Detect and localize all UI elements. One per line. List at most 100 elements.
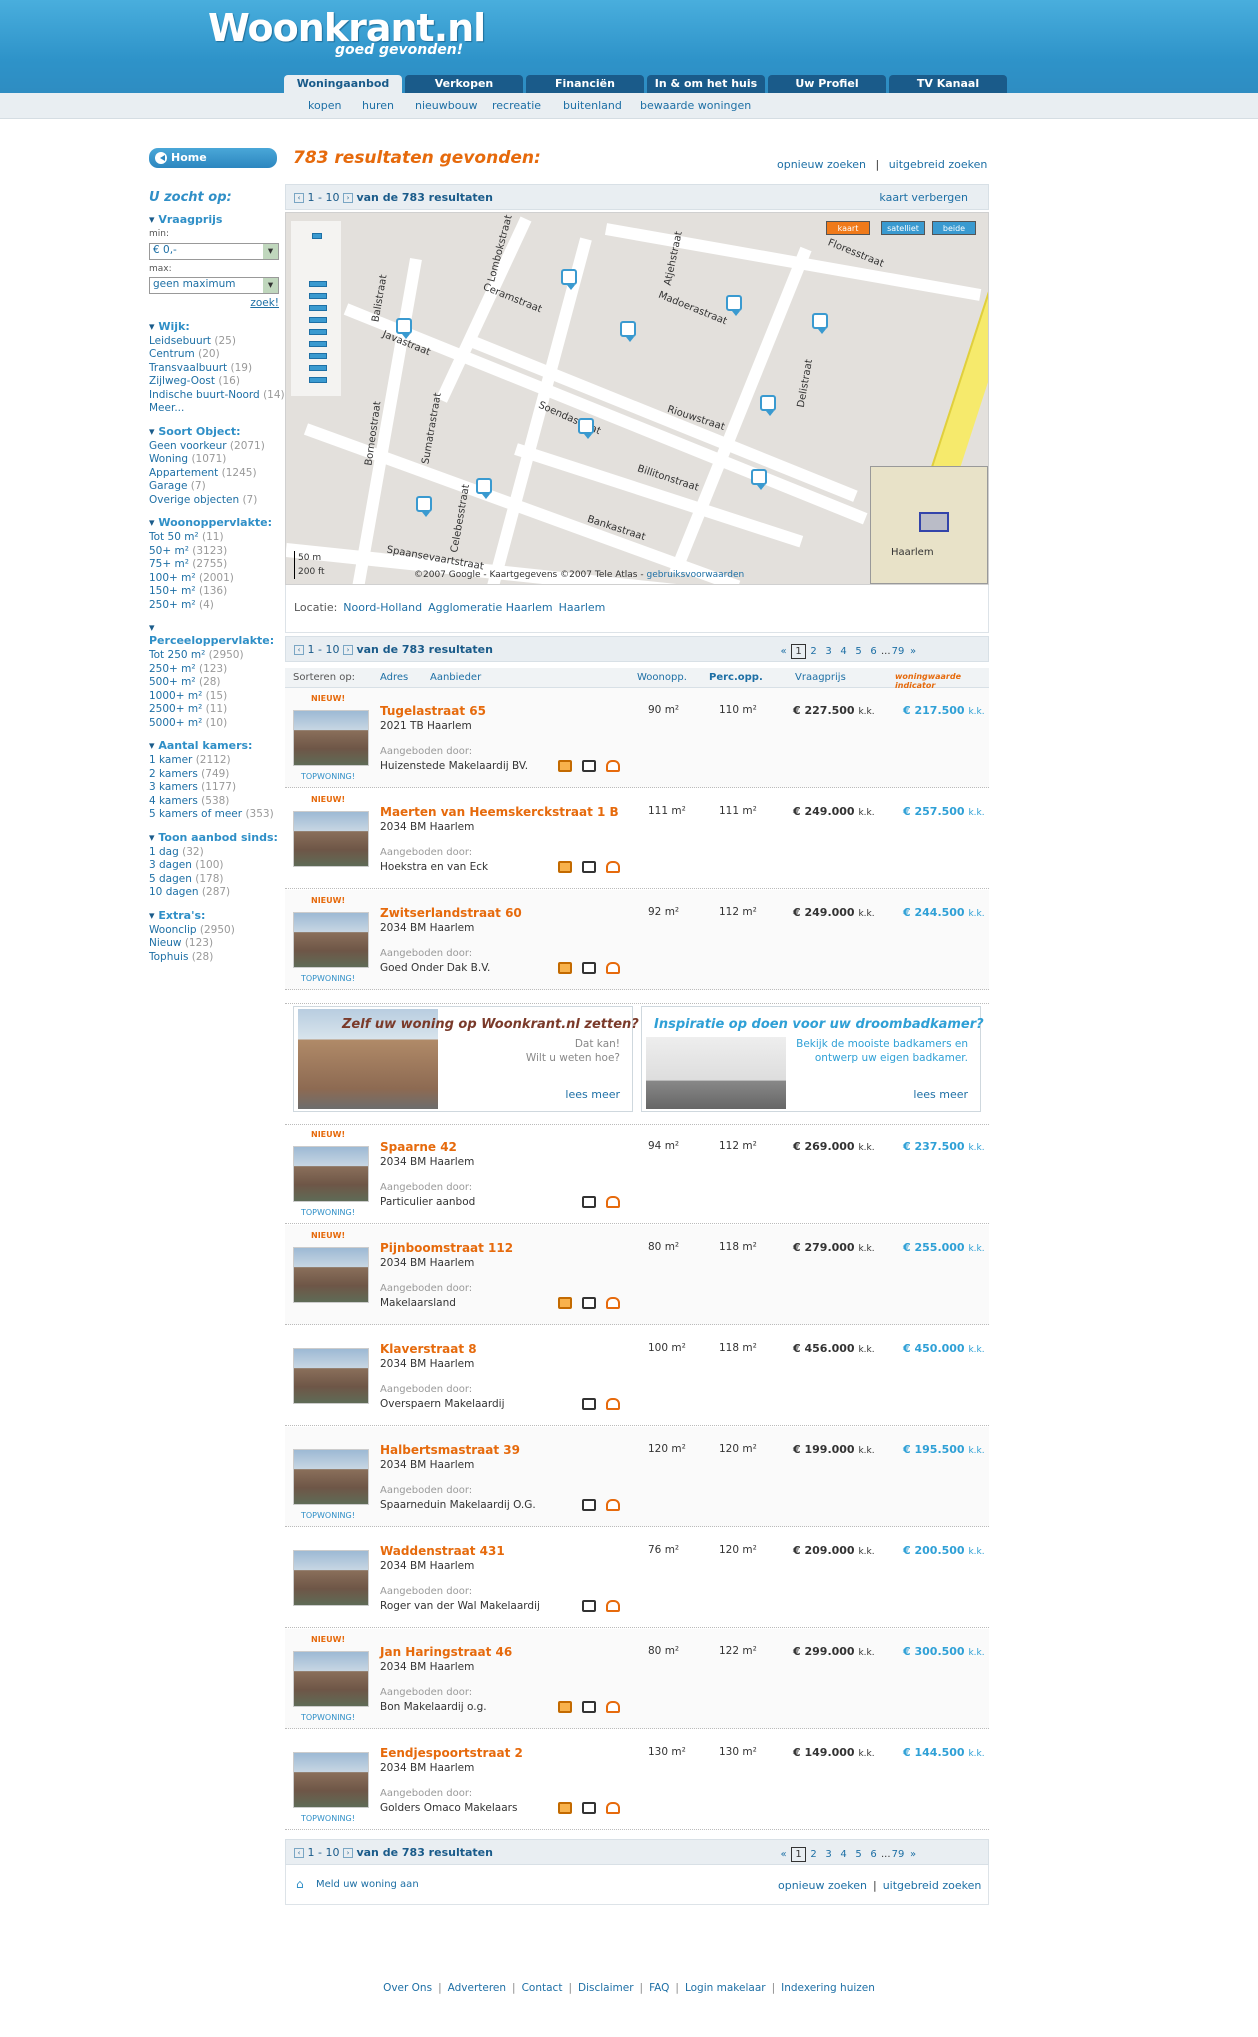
- filter-option-label[interactable]: Centrum: [149, 348, 195, 360]
- filter-option[interactable]: 3 kamers (1177): [149, 781, 279, 795]
- pager-page[interactable]: 5: [851, 1848, 866, 1863]
- woningwaarde-icon[interactable]: [606, 1499, 620, 1511]
- new-search-link[interactable]: opnieuw zoeken: [778, 1879, 867, 1892]
- max-price-select[interactable]: geen maximum: [149, 277, 279, 294]
- listing-row[interactable]: Klaverstraat 8 2034 BM Haarlem Aangeboden …: [285, 1326, 989, 1426]
- filter-option[interactable]: Transvaalbuurt (19): [149, 362, 279, 376]
- filter-option-label[interactable]: 75+ m²: [149, 558, 189, 570]
- filter-option-label[interactable]: Appartement: [149, 467, 218, 479]
- filter-option[interactable]: Overige objecten (7): [149, 494, 279, 508]
- pager-prev[interactable]: «: [776, 645, 791, 660]
- pager-page[interactable]: 6: [866, 1848, 881, 1863]
- filter-option-label[interactable]: Tot 250 m²: [149, 649, 205, 661]
- filter-option[interactable]: 150+ m² (136): [149, 585, 279, 599]
- filter-option[interactable]: Meer...: [149, 402, 279, 416]
- filter-option[interactable]: Zijlweg-Oost (16): [149, 375, 279, 389]
- filter-option[interactable]: 100+ m² (2001): [149, 572, 279, 586]
- zoom-level[interactable]: [309, 317, 327, 323]
- min-price-select[interactable]: € 0,-: [149, 242, 279, 260]
- listing-photo[interactable]: [293, 1550, 369, 1606]
- subnav-buitenland[interactable]: buitenland: [563, 99, 622, 112]
- filter-option[interactable]: Appartement (1245): [149, 467, 279, 481]
- filter-option-label[interactable]: 10 dagen: [149, 886, 199, 898]
- filter-option[interactable]: 500+ m² (28): [149, 676, 279, 690]
- save-icon[interactable]: [582, 1499, 596, 1511]
- zoom-level[interactable]: [309, 341, 327, 347]
- house-pin-icon[interactable]: [416, 496, 432, 517]
- tab-woningaanbod[interactable]: Woningaanbod: [284, 75, 402, 93]
- subnav-nieuwbouw[interactable]: nieuwbouw: [415, 99, 477, 112]
- house-pin-icon[interactable]: [578, 418, 594, 439]
- meld-woning-link[interactable]: Meld uw woning aan: [316, 1879, 419, 1890]
- next-icon[interactable]: ›: [342, 645, 353, 655]
- filter-title[interactable]: Aantal kamers:: [149, 739, 279, 752]
- pager-page[interactable]: 4: [836, 645, 851, 660]
- zoom-level[interactable]: [309, 281, 327, 287]
- filter-option[interactable]: Centrum (20): [149, 348, 279, 362]
- filter-option-label[interactable]: 2 kamers: [149, 768, 198, 780]
- filter-option[interactable]: 5000+ m² (10): [149, 717, 279, 731]
- subnav-kopen[interactable]: kopen: [308, 99, 341, 112]
- filter-option[interactable]: 2500+ m² (11): [149, 703, 279, 717]
- listing-address[interactable]: Eendjespoortstraat 2: [380, 1746, 523, 1760]
- sort-woonopp[interactable]: Woonopp.: [637, 672, 687, 683]
- filter-option-label[interactable]: 4 kamers: [149, 795, 198, 807]
- prev-icon[interactable]: ‹: [294, 1848, 304, 1858]
- listing-row[interactable]: NIEUW! TOPWONING! Jan Haringstraat 46 2034 …: [285, 1629, 989, 1729]
- filter-option[interactable]: 50+ m² (3123): [149, 545, 279, 559]
- listing-address[interactable]: Tugelastraat 65: [380, 704, 486, 718]
- footer-link[interactable]: Indexering huizen: [781, 1982, 875, 1994]
- sort-aanbieder[interactable]: Aanbieder: [430, 672, 481, 683]
- sort-percopp[interactable]: Perc.opp.: [709, 672, 763, 683]
- listing-address[interactable]: Zwitserlandstraat 60: [380, 906, 522, 920]
- filter-option[interactable]: Nieuw (123): [149, 937, 279, 951]
- listing-photo[interactable]: [293, 811, 369, 867]
- woningwaarde-icon[interactable]: [606, 1600, 620, 1612]
- map-overview-inset[interactable]: Haarlem: [870, 466, 988, 584]
- listing-address[interactable]: Maerten van Heemskerckstraat 1 B: [380, 805, 619, 819]
- filter-option-label[interactable]: Zijlweg-Oost: [149, 375, 215, 387]
- listing-address[interactable]: Spaarne 42: [380, 1140, 457, 1154]
- listing-address[interactable]: Jan Haringstraat 46: [380, 1645, 512, 1659]
- filter-option[interactable]: 5 kamers of meer (353): [149, 808, 279, 822]
- save-icon[interactable]: [582, 861, 596, 873]
- inset-viewport[interactable]: [919, 512, 949, 532]
- house-pin-icon[interactable]: [476, 478, 492, 499]
- woningwaarde-icon[interactable]: [606, 1701, 620, 1713]
- loc-link-agglomeratie[interactable]: Agglomeratie Haarlem: [428, 601, 552, 614]
- listing-photo[interactable]: [293, 1449, 369, 1505]
- filter-option-label[interactable]: 5000+ m²: [149, 717, 202, 729]
- filter-option-label[interactable]: Tot 50 m²: [149, 531, 199, 543]
- banner-own-listing[interactable]: Zelf uw woning op Woonkrant.nl zetten? D…: [293, 1006, 639, 1112]
- house-pin-icon[interactable]: [396, 318, 412, 339]
- listing-row[interactable]: NIEUW! TOPWONING! Spaarne 42 2034 BM Haarle…: [285, 1124, 989, 1224]
- filter-option[interactable]: 250+ m² (4): [149, 599, 279, 613]
- home-button[interactable]: Home: [149, 148, 277, 168]
- filter-title[interactable]: Perceeloppervlakte:: [149, 621, 279, 647]
- video-icon[interactable]: [558, 760, 572, 772]
- filter-option-label[interactable]: 250+ m²: [149, 663, 196, 675]
- filter-option-label[interactable]: 5 dagen: [149, 873, 192, 885]
- map-type-beide-button[interactable]: beide: [932, 221, 976, 235]
- filter-option-label[interactable]: Geen voorkeur: [149, 440, 227, 452]
- filter-option[interactable]: 1000+ m² (15): [149, 690, 279, 704]
- zoom-level[interactable]: [309, 293, 327, 299]
- pager-prev[interactable]: «: [776, 1848, 791, 1863]
- filter-title[interactable]: Woonoppervlakte:: [149, 516, 279, 529]
- filter-option-label[interactable]: 1 kamer: [149, 754, 192, 766]
- results-map[interactable]: Floresstraat Lombokstraat Madoerastraat …: [285, 212, 989, 585]
- filter-option[interactable]: Tot 50 m² (11): [149, 531, 279, 545]
- filter-option[interactable]: 2 kamers (749): [149, 768, 279, 782]
- pan-up-icon[interactable]: [312, 233, 322, 239]
- listing-row[interactable]: TOPWONING! Eendjespoortstraat 2 2034 BM Ha…: [285, 1730, 989, 1830]
- advanced-search-link[interactable]: uitgebreid zoeken: [889, 158, 988, 171]
- house-pin-icon[interactable]: [620, 321, 636, 342]
- filter-title[interactable]: Extra's:: [149, 909, 279, 922]
- listing-row[interactable]: NIEUW! TOPWONING! Zwitserlandstraat 60 2034…: [285, 890, 989, 990]
- filter-option[interactable]: Tophuis (28): [149, 951, 279, 965]
- read-more-link[interactable]: lees meer: [565, 1088, 620, 1101]
- listing-row[interactable]: NIEUW! Maerten van Heemskerckstraat 1 B 20…: [285, 789, 989, 889]
- listing-row[interactable]: Waddenstraat 431 2034 BM Haarlem Aangebode…: [285, 1528, 989, 1628]
- save-icon[interactable]: [582, 1398, 596, 1410]
- filter-option-label[interactable]: 250+ m²: [149, 599, 196, 611]
